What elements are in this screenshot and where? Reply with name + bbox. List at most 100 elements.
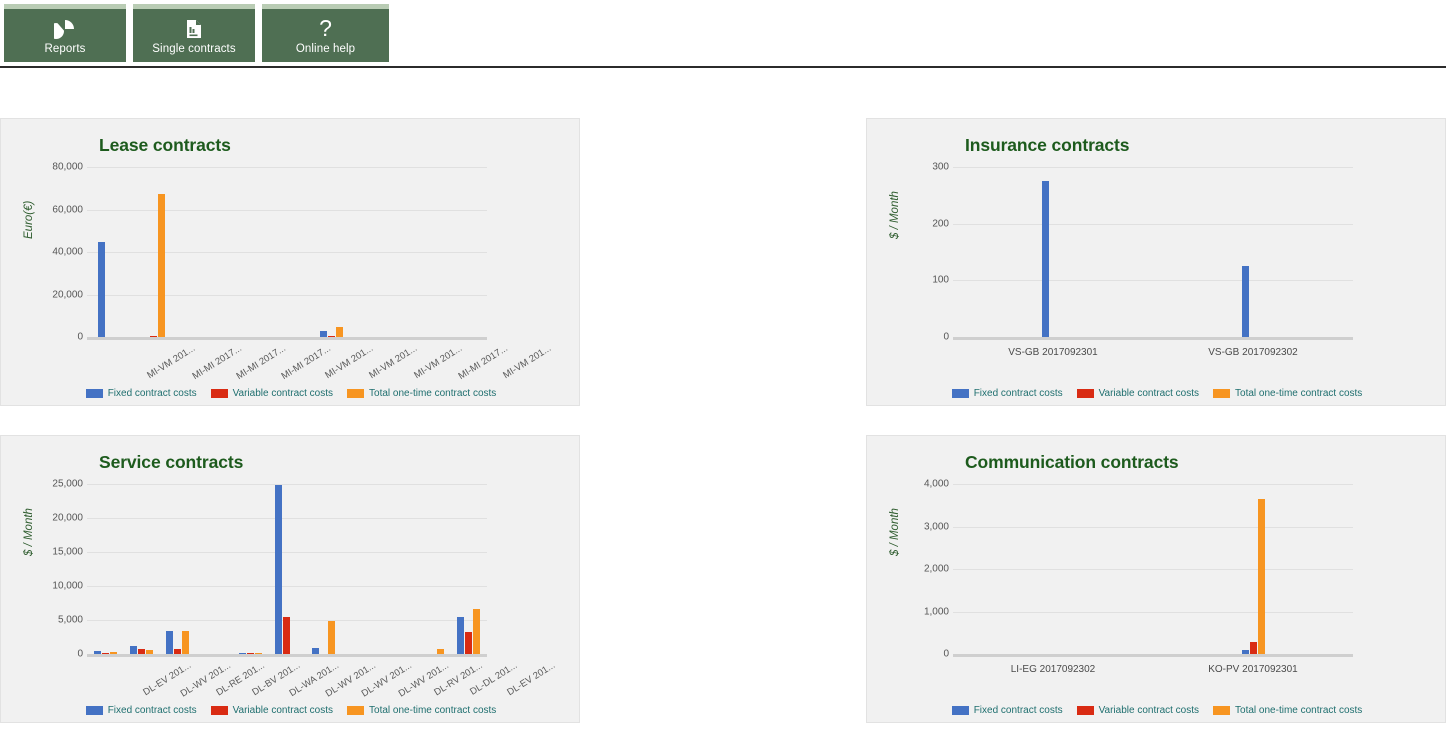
legend-item[interactable]: Total one-time contract costs	[1213, 388, 1362, 399]
legend-label: Fixed contract costs	[973, 388, 1063, 399]
bar-group[interactable]	[305, 484, 341, 654]
nav-tab-reports[interactable]: Reports	[4, 4, 126, 62]
bar[interactable]	[158, 193, 166, 337]
bar[interactable]	[109, 651, 117, 654]
bar[interactable]	[1241, 266, 1249, 337]
bar[interactable]	[473, 609, 481, 654]
nav-tab-label: Online help	[295, 42, 356, 55]
legend-label: Variable contract costs	[1098, 705, 1200, 716]
bar-group[interactable]	[176, 167, 220, 337]
legend-item[interactable]: Variable contract costs	[210, 705, 333, 716]
legend-item[interactable]: Variable contract costs	[1076, 388, 1199, 399]
bar-group[interactable]	[269, 484, 305, 654]
bar-group[interactable]	[953, 167, 1153, 337]
chart-title: Service contracts	[99, 452, 244, 472]
bar-group[interactable]	[220, 167, 264, 337]
y-axis-tick: 0	[77, 331, 83, 343]
legend-item[interactable]: Variable contract costs	[1076, 705, 1200, 716]
bar[interactable]	[457, 616, 465, 654]
x-axis-tick: MI-VM 201...	[145, 343, 198, 382]
legend-item[interactable]: Fixed contract costs	[951, 705, 1063, 716]
legend-swatch	[1213, 389, 1231, 398]
bar-group[interactable]	[342, 484, 378, 654]
bar[interactable]	[247, 652, 255, 654]
legend-item[interactable]: Variable contract costs	[210, 388, 334, 399]
legend-item[interactable]: Total one-time contract costs	[347, 705, 496, 716]
bar[interactable]	[327, 620, 335, 654]
bar[interactable]	[166, 630, 174, 654]
x-axis-tick: MI-VM 201...	[412, 343, 465, 382]
legend-label: Variable contract costs	[232, 388, 334, 399]
bar-group[interactable]	[265, 167, 309, 337]
bar[interactable]	[1249, 642, 1257, 654]
bar-group[interactable]	[196, 484, 232, 654]
bar[interactable]	[150, 335, 158, 337]
bar-group[interactable]	[443, 167, 487, 337]
bar[interactable]	[319, 331, 327, 337]
bar[interactable]	[1241, 649, 1249, 654]
bar[interactable]	[182, 630, 190, 654]
y-axis-tick: 40,000	[52, 246, 83, 258]
bar-group[interactable]	[87, 167, 131, 337]
bar[interactable]	[93, 651, 101, 654]
bar[interactable]	[436, 648, 444, 654]
bar[interactable]	[283, 616, 291, 654]
bar[interactable]	[101, 652, 109, 654]
bar[interactable]	[174, 648, 182, 654]
plot-area: 0 1,000 2,000 3,000 4,000	[924, 479, 1353, 660]
chart-title: Lease contracts	[99, 135, 231, 155]
bar-group[interactable]	[414, 484, 450, 654]
bar-group[interactable]	[232, 484, 268, 654]
y-axis-tick: 0	[943, 331, 949, 343]
bar[interactable]	[130, 646, 138, 654]
nav-tab-single-contracts[interactable]: Single contracts	[133, 4, 255, 62]
y-axis-tick: 20,000	[52, 289, 83, 300]
legend-item[interactable]: Fixed contract costs	[85, 705, 197, 716]
nav-tab-label: Single contracts	[152, 42, 236, 55]
bar[interactable]	[146, 650, 154, 654]
bar-group[interactable]	[87, 484, 123, 654]
bar-group[interactable]	[378, 484, 414, 654]
x-axis-ticks: MI-VM 201... MI-MI 2017... MI-MI 2017... MI…	[87, 343, 552, 393]
bar[interactable]	[138, 648, 146, 654]
y-axis-tick: 25,000	[52, 478, 83, 490]
bar-group[interactable]	[451, 484, 487, 654]
legend-swatch	[1076, 389, 1094, 398]
bar[interactable]	[311, 647, 319, 654]
legend-item[interactable]: Total one-time contract costs	[347, 388, 496, 399]
bar-group[interactable]	[1153, 167, 1353, 337]
chart-title: Communication contracts	[965, 452, 1179, 472]
x-axis-tick: MI-VM 201...	[367, 343, 420, 382]
bar-group[interactable]	[398, 167, 442, 337]
chart-legend: Fixed contract costs Variable contract co…	[1, 388, 579, 399]
bar[interactable]	[97, 241, 105, 337]
x-axis-tick: VS-GB 2017092302	[1208, 347, 1298, 358]
bar-group[interactable]	[309, 167, 353, 337]
bar-group[interactable]	[953, 484, 1153, 654]
bar-group[interactable]	[123, 484, 159, 654]
y-axis-tick: 3,000	[923, 521, 949, 532]
bar[interactable]	[335, 326, 343, 337]
legend-swatch	[85, 706, 103, 715]
y-axis-tick: 5,000	[57, 614, 83, 626]
bar[interactable]	[239, 652, 247, 654]
legend-item[interactable]: Fixed contract costs	[951, 388, 1063, 399]
bar[interactable]	[275, 484, 283, 654]
legend-swatch	[347, 389, 365, 398]
legend-item[interactable]: Fixed contract costs	[85, 388, 197, 399]
bar-group[interactable]	[160, 484, 196, 654]
chart-panel-service: Service contracts $ / Month 0 5,000 10,000 15…	[0, 435, 580, 723]
bar-group[interactable]	[131, 167, 175, 337]
bar-series-container	[87, 167, 487, 337]
bar[interactable]	[327, 335, 335, 337]
bar[interactable]	[255, 652, 263, 654]
x-axis-tick: KO-PV 2017092301	[1208, 664, 1298, 675]
bar-group[interactable]	[1153, 484, 1353, 654]
bar-group[interactable]	[354, 167, 398, 337]
bar[interactable]	[1041, 181, 1049, 337]
bar[interactable]	[1257, 499, 1265, 654]
legend-item[interactable]: Total one-time contract costs	[1213, 705, 1362, 716]
bar[interactable]	[465, 632, 473, 654]
x-axis-tick: MI-MI 2017...	[190, 343, 244, 382]
nav-tab-online-help[interactable]: ? Online help	[262, 4, 389, 62]
